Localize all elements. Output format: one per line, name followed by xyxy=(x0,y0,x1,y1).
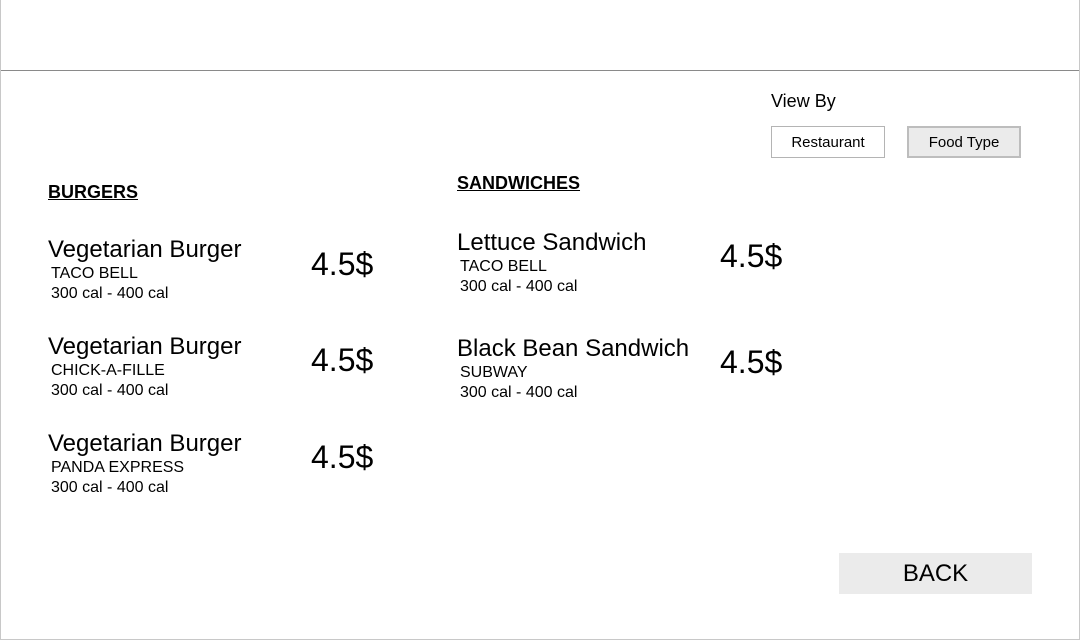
view-by-food-type-button[interactable]: Food Type xyxy=(907,126,1021,158)
view-by-restaurant-button[interactable]: Restaurant xyxy=(771,126,885,158)
item-restaurant: TACO BELL xyxy=(51,265,138,282)
view-by-label: View By xyxy=(771,91,836,111)
item-name: Vegetarian Burger xyxy=(48,430,242,457)
item-price: 4.5$ xyxy=(720,238,783,274)
item-calories: 300 cal - 400 cal xyxy=(460,278,578,295)
app-frame xyxy=(0,0,1080,640)
item-restaurant: SUBWAY xyxy=(460,364,528,381)
section-title-burgers: BURGERS xyxy=(48,182,139,202)
item-calories: 300 cal - 400 cal xyxy=(51,382,169,399)
item-name: Vegetarian Burger xyxy=(48,333,242,360)
back-button[interactable]: BACK xyxy=(839,553,1032,594)
item-calories: 300 cal - 400 cal xyxy=(51,285,169,302)
menu-item[interactable]: Vegetarian Burger PANDA EXPRESS 300 cal … xyxy=(48,430,241,498)
item-price: 4.5$ xyxy=(311,342,374,378)
item-name: Lettuce Sandwich xyxy=(457,229,647,256)
item-name: Black Bean Sandwich xyxy=(457,335,690,362)
item-name: Vegetarian Burger xyxy=(48,236,242,263)
item-restaurant: CHICK-A-FILLE xyxy=(51,362,165,379)
item-calories: 300 cal - 400 cal xyxy=(51,479,169,496)
menu-item[interactable]: Black Bean Sandwich SUBWAY 300 cal - 400… xyxy=(457,335,689,403)
item-calories: 300 cal - 400 cal xyxy=(460,384,578,401)
header-bar xyxy=(1,0,1079,71)
item-price: 4.5$ xyxy=(720,344,783,380)
section-title-sandwiches: SANDWICHES xyxy=(457,173,581,193)
item-price: 4.5$ xyxy=(311,439,374,475)
item-price: 4.5$ xyxy=(311,246,374,282)
menu-item[interactable]: Vegetarian Burger TACO BELL 300 cal - 40… xyxy=(48,236,241,304)
menu-item[interactable]: Lettuce Sandwich TACO BELL 300 cal - 400… xyxy=(457,229,646,297)
menu-item[interactable]: Vegetarian Burger CHICK-A-FILLE 300 cal … xyxy=(48,333,241,401)
item-restaurant: PANDA EXPRESS xyxy=(51,459,185,476)
item-restaurant: TACO BELL xyxy=(460,258,547,275)
